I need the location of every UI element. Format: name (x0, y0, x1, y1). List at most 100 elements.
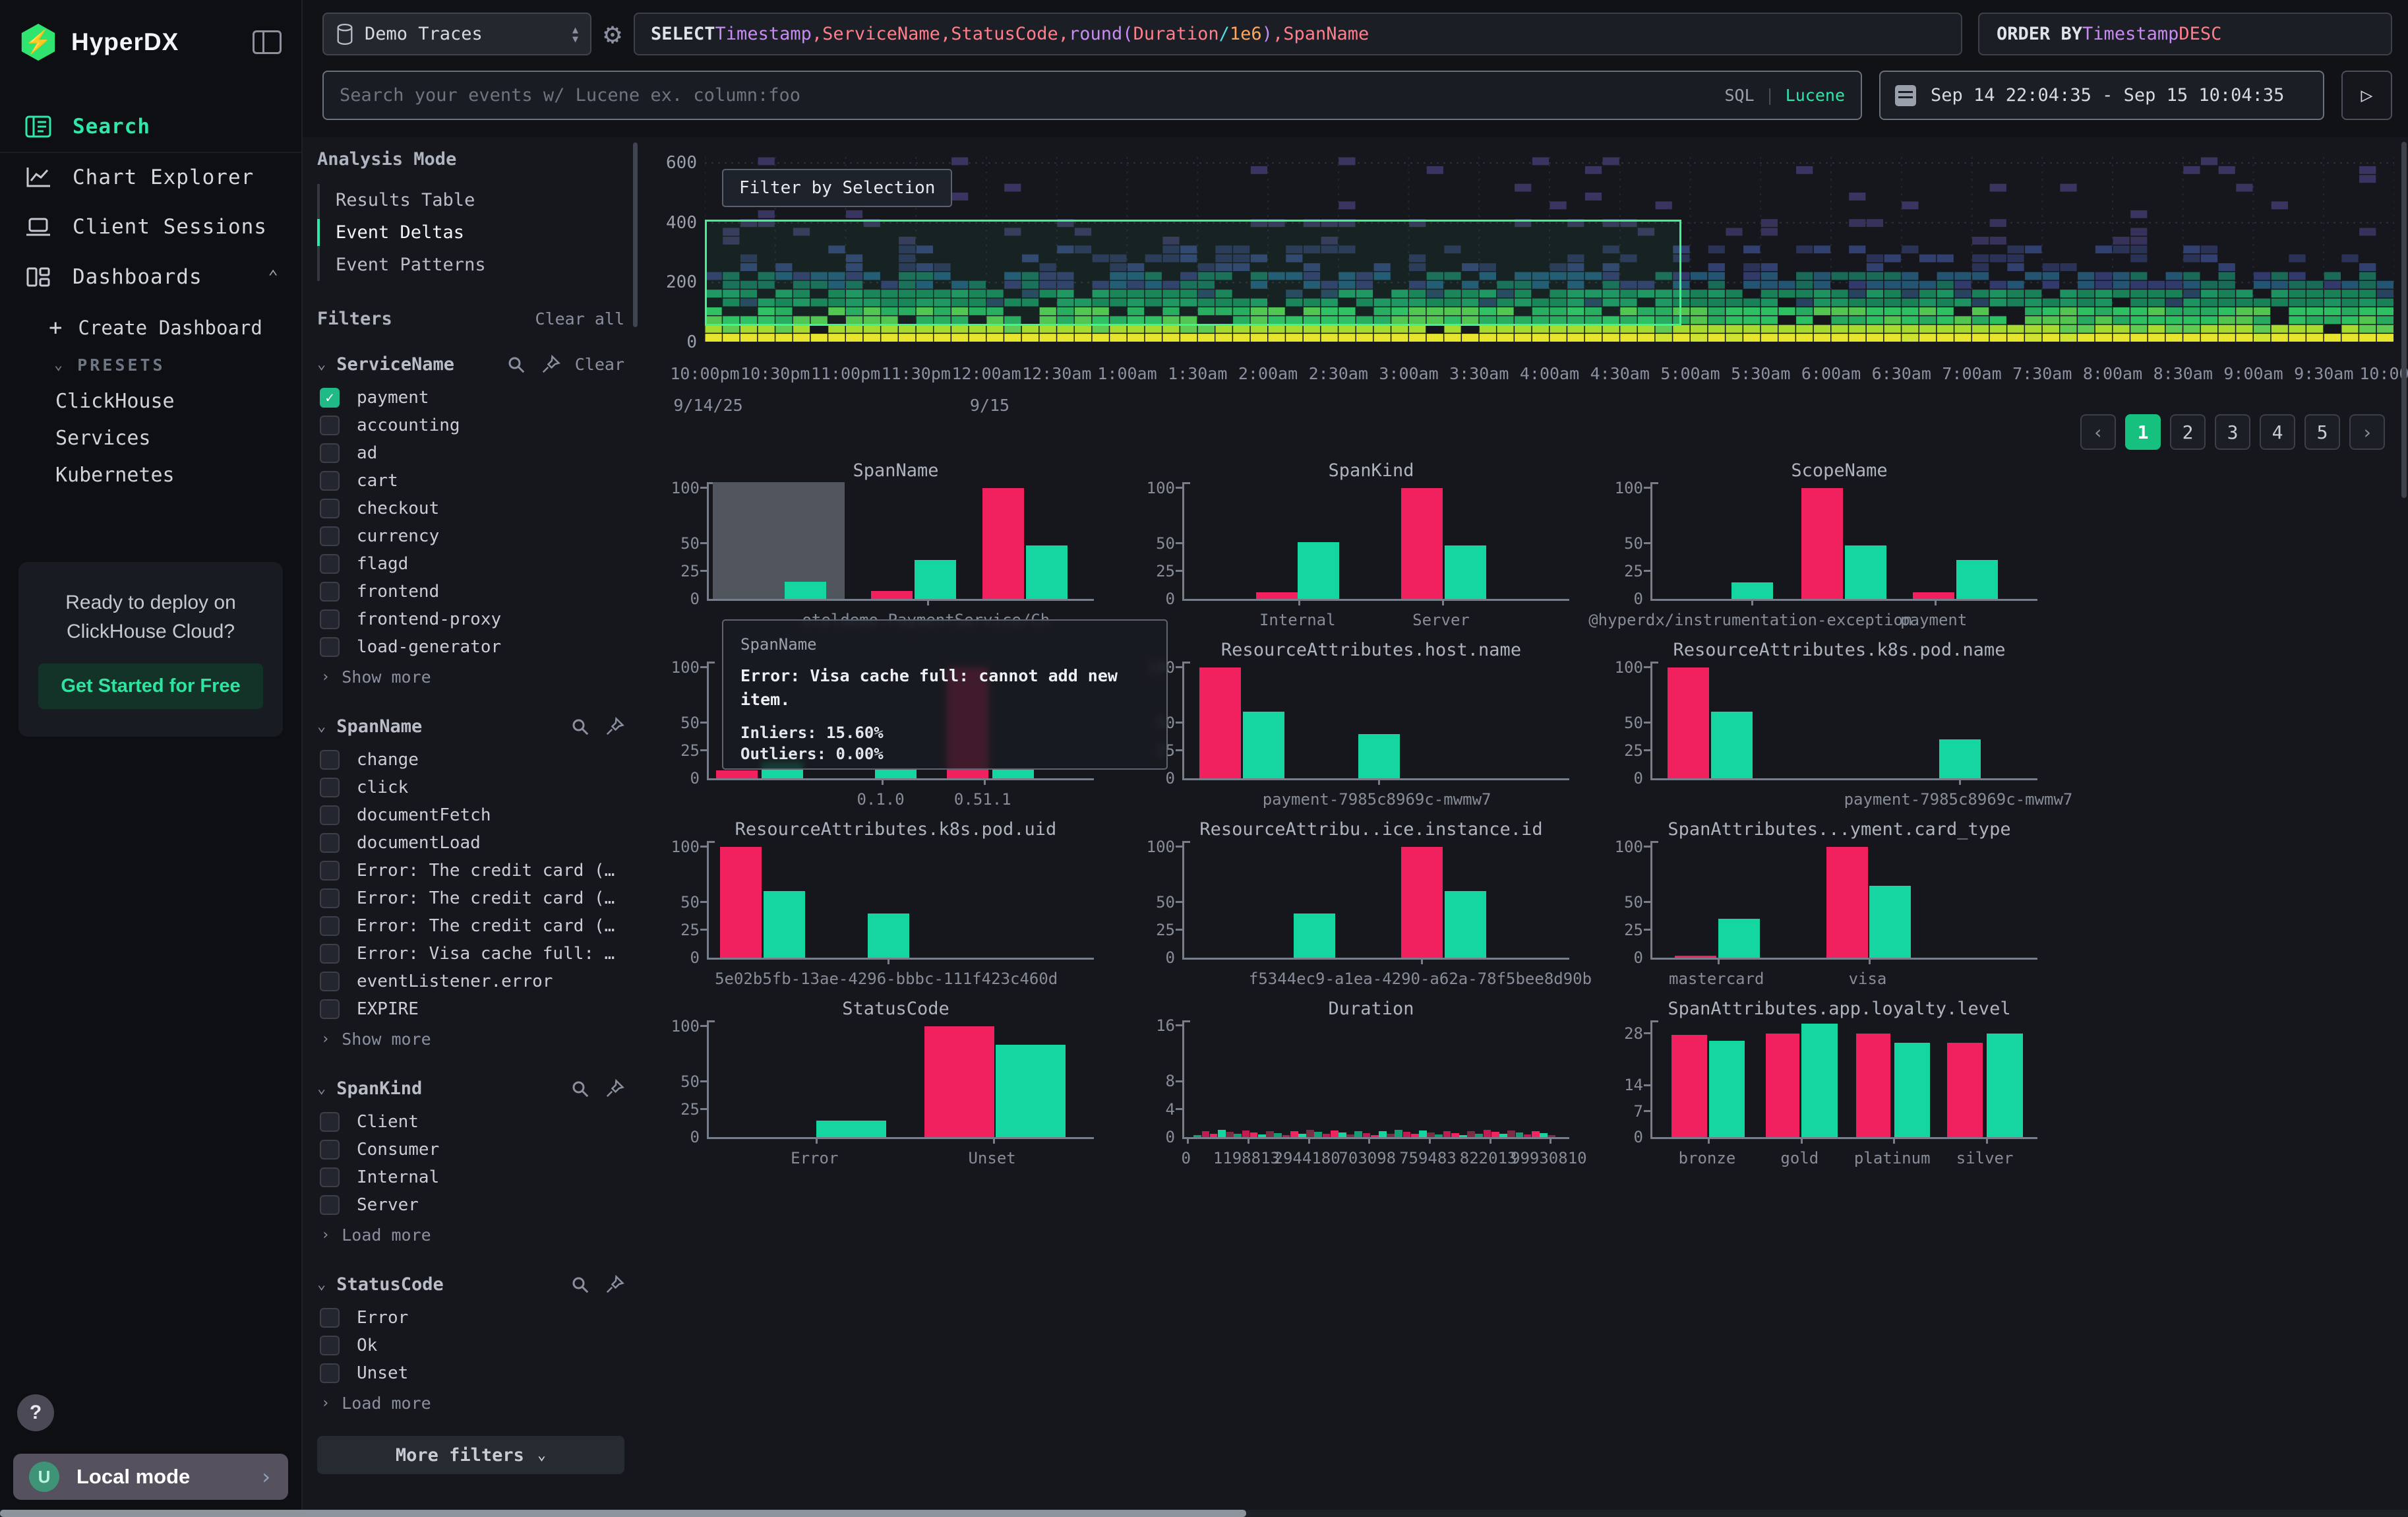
sidebar-item-client-sessions[interactable]: Client Sessions (0, 202, 301, 252)
filter-option[interactable]: load-generator (317, 633, 624, 661)
sidebar-collapse-icon[interactable] (253, 30, 282, 54)
checkbox[interactable] (320, 750, 340, 770)
delta-bar[interactable] (1298, 1134, 1306, 1137)
filter-option[interactable]: Ok (317, 1332, 624, 1359)
delta-bar[interactable] (1256, 592, 1298, 599)
filter-option[interactable]: Error (317, 1304, 624, 1332)
filter-option[interactable]: Consumer (317, 1136, 624, 1163)
filter-option[interactable]: Server (317, 1191, 624, 1219)
delta-bar[interactable] (1548, 1135, 1555, 1137)
search-icon[interactable] (570, 717, 590, 737)
delta-bar[interactable] (1475, 1134, 1483, 1137)
delta-bar[interactable] (720, 847, 762, 958)
checkbox[interactable] (320, 1308, 340, 1328)
search-icon[interactable] (506, 355, 526, 375)
delta-bar[interactable] (1371, 1135, 1379, 1137)
get-started-button[interactable]: Get Started for Free (38, 664, 262, 709)
delta-bar[interactable] (1218, 1130, 1226, 1137)
chart-plot[interactable]: 02550100 (1650, 482, 2028, 601)
order-by-input[interactable]: ORDER BY Timestamp DESC (1978, 13, 2392, 55)
delta-bar[interactable] (1242, 1130, 1250, 1137)
delta-bar[interactable] (1443, 1131, 1451, 1137)
delta-bar[interactable] (1026, 545, 1068, 599)
checkbox[interactable] (320, 1140, 340, 1160)
filter-option[interactable]: Unset (317, 1359, 624, 1387)
show-more-button[interactable]: ›Show more (317, 662, 624, 691)
analysis-mode-event-patterns[interactable]: Event Patterns (320, 249, 624, 281)
filter-option[interactable]: Internal (317, 1163, 624, 1191)
delta-bar[interactable] (1354, 1131, 1362, 1137)
delta-bar[interactable] (1445, 545, 1486, 599)
page-button-1[interactable]: 1 (2125, 414, 2161, 450)
checkbox[interactable] (320, 1112, 340, 1132)
filter-option[interactable]: cart (317, 467, 624, 495)
delta-bar[interactable] (1491, 1132, 1499, 1137)
delta-bar[interactable] (1358, 734, 1400, 778)
checkbox[interactable] (320, 582, 340, 602)
delta-bar[interactable] (1894, 1043, 1930, 1137)
delta-bar[interactable] (1387, 1134, 1395, 1137)
pin-icon[interactable] (605, 1079, 624, 1099)
delta-bar[interactable] (1282, 1135, 1290, 1137)
delta-bar[interactable] (915, 560, 956, 599)
delta-bar[interactable] (816, 1121, 886, 1137)
help-button[interactable]: ? (17, 1394, 54, 1431)
delta-bar[interactable] (1298, 542, 1339, 599)
filter-option[interactable]: currency (317, 522, 624, 550)
filter-option[interactable]: change (317, 746, 624, 774)
delta-bar[interactable] (1524, 1134, 1532, 1137)
checkbox[interactable] (320, 1363, 340, 1383)
delta-bar[interactable] (1379, 1131, 1387, 1137)
checkbox[interactable] (320, 554, 340, 574)
filter-option[interactable]: EXPIRE (317, 995, 624, 1023)
page-button-5[interactable]: 5 (2304, 414, 2340, 450)
more-filters-button[interactable]: More filters ⌄ (317, 1436, 624, 1474)
delta-bar[interactable] (1290, 1131, 1298, 1137)
delta-bar[interactable] (1427, 1132, 1435, 1137)
chart-plot[interactable]: 02550100 (1182, 662, 1560, 780)
clear-filter-button[interactable]: Clear (575, 355, 624, 374)
chevron-down-icon[interactable]: ⌄ (317, 1080, 326, 1097)
delta-bar[interactable] (1323, 1134, 1331, 1137)
delta-bar[interactable] (1499, 1134, 1507, 1137)
delta-bar[interactable] (1516, 1132, 1524, 1137)
horizontal-scrollbar-track[interactable] (0, 1510, 2408, 1517)
delta-bar[interactable] (1459, 1135, 1467, 1137)
delta-bar[interactable] (1507, 1130, 1515, 1137)
filters-scrollbar[interactable] (633, 142, 638, 327)
delta-bar[interactable] (764, 891, 805, 958)
pin-icon[interactable] (541, 355, 560, 375)
lucene-toggle[interactable]: Lucene (1786, 86, 1845, 105)
delta-bar[interactable] (716, 770, 758, 778)
delta-bar[interactable] (1947, 1043, 1983, 1137)
delta-bar[interactable] (1845, 545, 1886, 599)
filter-option[interactable]: checkout (317, 495, 624, 522)
search-input[interactable] (322, 71, 1862, 120)
chart-plot[interactable]: 02550100 (707, 1020, 1085, 1139)
local-mode-button[interactable]: U Local mode › (13, 1454, 288, 1500)
load-more-button[interactable]: ›Load more (317, 1388, 624, 1417)
delta-bar[interactable] (1401, 488, 1443, 599)
delta-bar[interactable] (982, 488, 1024, 599)
presets-toggle[interactable]: ⌄PRESETS (0, 347, 301, 383)
search-icon[interactable] (570, 1275, 590, 1295)
delta-bar[interactable] (1199, 667, 1241, 778)
delta-bar[interactable] (1331, 1130, 1339, 1137)
delta-bar[interactable] (1339, 1132, 1346, 1137)
checkbox[interactable] (320, 888, 340, 908)
checkbox[interactable] (320, 416, 340, 435)
pin-icon[interactable] (605, 717, 624, 737)
delta-bar[interactable] (1314, 1132, 1322, 1137)
source-select[interactable]: Demo Traces ▲▼ (322, 13, 591, 55)
delta-bar[interactable] (992, 770, 1034, 778)
checkbox[interactable] (320, 471, 340, 491)
preset-item-clickhouse[interactable]: ClickHouse (0, 383, 301, 419)
sidebar-item-chart-explorer[interactable]: Chart Explorer (0, 152, 301, 202)
delta-bar[interactable] (1671, 1035, 1707, 1137)
filter-option[interactable]: click (317, 774, 624, 801)
delta-bar[interactable] (1306, 1130, 1314, 1137)
checkbox[interactable] (320, 805, 340, 825)
delta-bar[interactable] (924, 1026, 994, 1137)
delta-bar[interactable] (1675, 956, 1716, 958)
delta-bar[interactable] (1363, 1133, 1371, 1137)
